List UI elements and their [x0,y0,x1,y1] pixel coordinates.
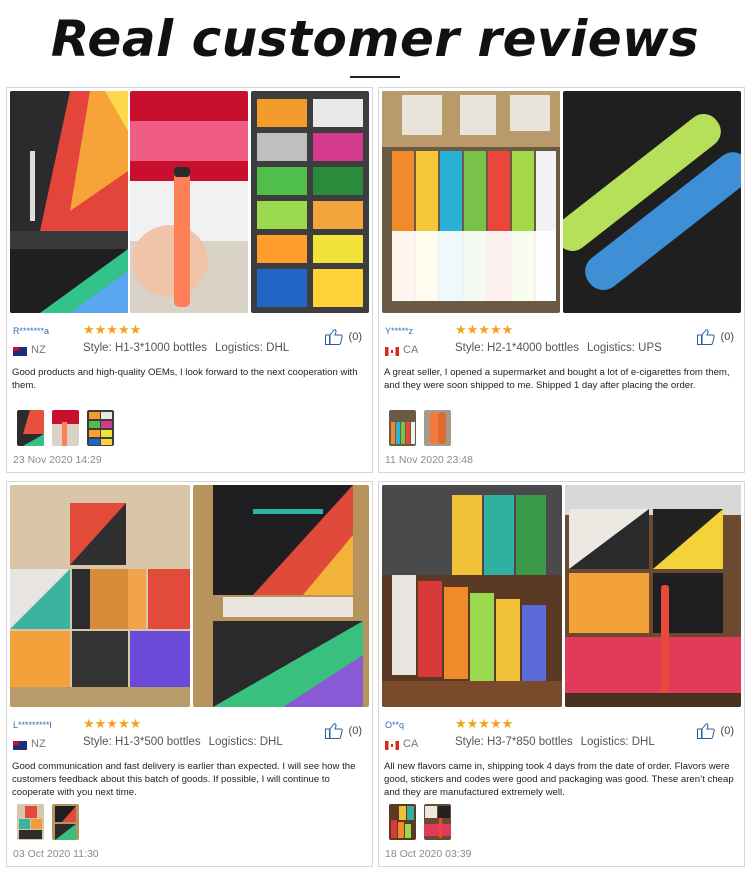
thumbs-up-icon [696,329,715,345]
order-details: Style: H1-3*500 bottles Logistics: DHL [83,736,283,748]
reviewer-name: L*********l [13,720,52,730]
like-count: (0) [348,331,362,343]
thumbs-up-icon [324,329,343,345]
review-card: Y*****z CA ★★★★★ Style: H2-1*4000 bottle… [378,87,745,473]
review-comment: A great seller, I opened a supermarket a… [384,367,730,391]
review-photos [10,91,369,313]
ca-flag-icon [385,741,399,750]
review-thumbnail[interactable] [52,804,79,840]
review-thumbnails [17,804,87,840]
order-details: Style: H2-1*4000 bottles Logistics: UPS [455,342,662,354]
order-details: Style: H3-7*850 bottles Logistics: DHL [455,736,655,748]
review-photos [382,91,741,313]
order-logistics: Logistics: UPS [587,342,662,354]
review-photo[interactable] [130,91,248,313]
review-date: 11 Nov 2020 23:48 [385,454,473,466]
like-count: (0) [348,725,362,737]
reviewer-country: NZ [31,344,46,356]
review-date: 03 Oct 2020 11:30 [13,848,99,860]
review-thumbnail[interactable] [424,804,451,840]
order-style: Style: H2-1*4000 bottles [455,342,580,354]
review-comment: Good products and high-quality OEMs, I l… [12,367,358,391]
reviewer-name: R*******a [13,326,50,336]
review-thumbnail[interactable] [87,410,114,446]
thumbs-up-icon [696,723,715,739]
review-thumbnail[interactable] [389,804,416,840]
review-photo[interactable] [382,91,560,313]
review-comment: Good communication and fast delivery is … [12,761,356,798]
order-logistics: Logistics: DHL [208,736,283,748]
like-button[interactable]: (0) [696,329,734,345]
review-thumbnail[interactable] [424,410,451,446]
review-thumbnails [389,410,459,446]
nz-flag-icon [13,741,27,750]
review-thumbnail[interactable] [52,410,79,446]
order-logistics: Logistics: DHL [580,736,655,748]
like-button[interactable]: (0) [324,329,362,345]
review-card: L*********l NZ ★★★★★ Style: H1-3*500 bot… [6,481,373,867]
ca-flag-icon [385,347,399,356]
page-title: Real customer reviews [50,10,700,68]
rating-stars: ★★★★★ [455,716,514,731]
review-card: R*******a NZ ★★★★★ Style: H1-3*1000 bott… [6,87,373,473]
review-date: 18 Oct 2020 03:39 [385,848,472,860]
rating-stars: ★★★★★ [455,322,514,337]
thumbs-up-icon [324,723,343,739]
review-photo[interactable] [193,485,369,707]
reviewer-country: NZ [31,738,46,750]
order-style: Style: H1-3*1000 bottles [83,342,208,354]
reviewer-name: Y*****z [385,326,414,336]
nz-flag-icon [13,347,27,356]
review-thumbnail[interactable] [389,410,416,446]
review-thumbnail[interactable] [17,804,44,840]
order-style: Style: H1-3*500 bottles [83,736,201,748]
order-details: Style: H1-3*1000 bottles Logistics: DHL [83,342,289,354]
reviewer-country: CA [403,344,419,356]
review-photo[interactable] [563,91,741,313]
review-date: 23 Nov 2020 14:29 [13,454,102,466]
review-thumbnail[interactable] [17,410,44,446]
rating-stars: ★★★★★ [83,322,142,337]
review-photo[interactable] [10,485,190,707]
like-count: (0) [720,331,734,343]
title-underline [350,76,400,78]
review-thumbnails [389,804,459,840]
like-button[interactable]: (0) [696,723,734,739]
order-style: Style: H3-7*850 bottles [455,736,573,748]
review-photo[interactable] [565,485,741,707]
review-thumbnails [17,410,122,446]
review-photo[interactable] [382,485,562,707]
like-count: (0) [720,725,734,737]
review-photos [382,485,741,707]
review-comment: All new flavors came in, shipping took 4… [384,761,734,798]
like-button[interactable]: (0) [324,723,362,739]
review-photo[interactable] [251,91,369,313]
reviewer-name: O**q [385,720,405,730]
review-card: O**q CA ★★★★★ Style: H3-7*850 bottles Log… [378,481,745,867]
rating-stars: ★★★★★ [83,716,142,731]
reviewer-country: CA [403,738,419,750]
review-photos [10,485,369,707]
review-photo[interactable] [10,91,128,313]
order-logistics: Logistics: DHL [215,342,290,354]
